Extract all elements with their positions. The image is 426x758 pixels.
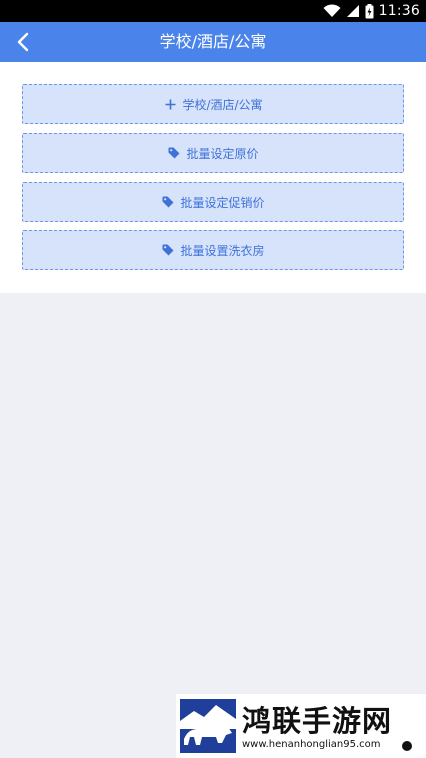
watermark-title: 鸿联手游网 [242,704,393,738]
action-panel: 学校/酒店/公寓 批量设定原价 批量设定促销价 批量设置洗衣房 [0,62,426,293]
status-time: 11:36 [378,3,420,19]
status-icons: 11:36 [323,3,420,19]
add-school-hotel-apartment-button[interactable]: 学校/酒店/公寓 [22,84,404,124]
batch-set-original-price-button[interactable]: 批量设定原价 [22,133,404,173]
status-bar: 11:36 [0,0,426,22]
chevron-left-icon [17,32,29,52]
back-button[interactable] [6,22,40,62]
watermark-dot [402,741,412,751]
page-title: 学校/酒店/公寓 [159,32,267,51]
wifi-icon [323,4,341,17]
button-label: 批量设置洗衣房 [180,243,265,258]
battery-icon [365,3,374,18]
tag-icon [167,146,181,160]
watermark-banner: 鸿联手游网 www.henanhonglian95.com [176,694,426,758]
tag-icon [161,195,175,209]
button-label: 批量设定原价 [186,146,259,161]
button-label: 学校/酒店/公寓 [182,97,263,112]
tag-icon [161,243,175,257]
watermark-url: www.henanhonglian95.com [242,739,381,750]
batch-set-laundry-room-button[interactable]: 批量设置洗衣房 [22,230,404,270]
signal-icon [346,5,359,17]
button-label: 批量设定促销价 [180,195,265,210]
bull-logo-icon [180,699,236,753]
app-bar: 学校/酒店/公寓 [0,22,426,62]
plus-icon [163,97,177,111]
batch-set-promo-price-button[interactable]: 批量设定促销价 [22,182,404,222]
